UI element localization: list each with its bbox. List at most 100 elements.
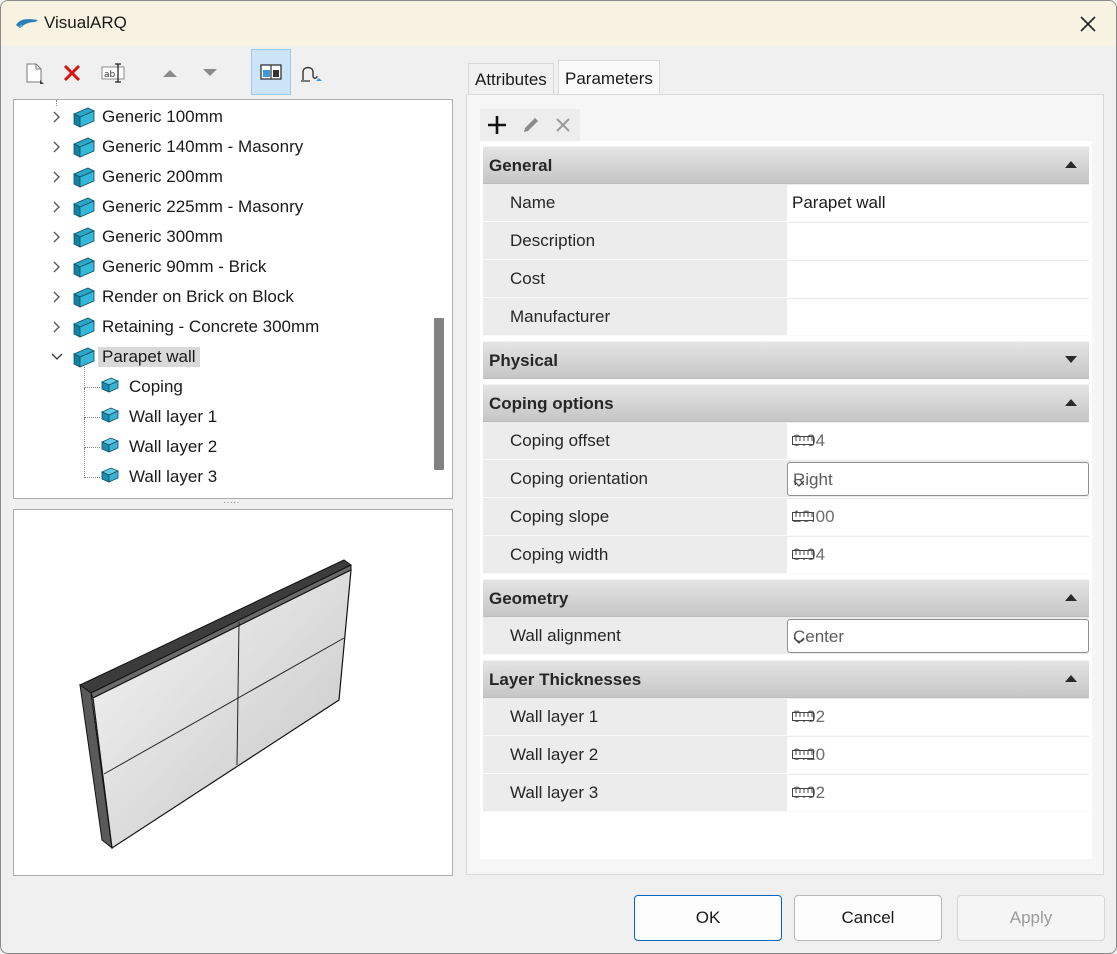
split-view-icon	[260, 64, 282, 80]
property-value-field[interactable]: 0.04	[787, 423, 1089, 459]
wall-3d-preview	[79, 559, 352, 850]
tree-item[interactable]: Parapet wall	[14, 342, 424, 372]
tree-item[interactable]: Generic 90mm - Brick	[14, 252, 424, 282]
property-name: Wall layer 3	[510, 783, 599, 802]
property-value-field[interactable]: 0.20	[787, 737, 1089, 773]
wall-preview[interactable]	[13, 509, 453, 876]
wall-style-icon	[72, 316, 96, 338]
property-value-field[interactable]: 0.04	[787, 537, 1089, 573]
section-coping[interactable]: Coping options	[483, 384, 1089, 422]
tree-subitem[interactable]: Wall layer 1	[14, 388, 424, 432]
tree-subitem[interactable]: Wall layer 2	[14, 418, 424, 462]
property-name: Coping slope	[510, 507, 610, 526]
wall-style-icon	[72, 166, 96, 188]
collapse-icon[interactable]	[1065, 161, 1077, 168]
style-tree[interactable]: Generic 100mm Generic 140mm - Masonry Gene…	[13, 99, 453, 499]
property-name: Name	[510, 193, 556, 212]
tree-item[interactable]: Generic 100mm	[14, 102, 424, 132]
tree-item[interactable]: Generic 140mm - Masonry	[14, 132, 424, 162]
wall-style-icon	[72, 196, 96, 218]
section-layers[interactable]: Layer Thicknesses	[483, 660, 1089, 698]
split-view-toggle[interactable]	[251, 49, 291, 95]
move-up-icon	[163, 70, 177, 77]
chevron-right-icon[interactable]	[50, 109, 64, 123]
section-title: Geometry	[489, 589, 569, 608]
property-row: Wall layer 2 0.20	[483, 736, 1089, 774]
ruler-icon[interactable]	[792, 545, 1082, 565]
move-down-button[interactable]	[191, 51, 229, 95]
tree-item[interactable]: Generic 300mm	[14, 222, 424, 252]
new-style-button[interactable]	[15, 51, 53, 95]
tab-parameters[interactable]: Parameters	[558, 60, 660, 95]
pencil-icon	[524, 118, 538, 132]
tree-subitem[interactable]: Wall layer 3	[14, 448, 424, 492]
delete-parameter-button[interactable]	[547, 109, 579, 141]
section-geometry[interactable]: Geometry	[483, 579, 1089, 617]
tab-attributes[interactable]: Attributes	[468, 63, 554, 95]
section-general[interactable]: General	[483, 146, 1089, 184]
splitter-handle[interactable]: ·····	[223, 498, 240, 508]
chevron-right-icon[interactable]	[50, 319, 64, 333]
property-row: Description	[483, 222, 1089, 260]
collapse-icon[interactable]	[1065, 594, 1077, 601]
ruler-icon[interactable]	[792, 431, 1082, 451]
rename-icon: ab	[101, 63, 125, 83]
ok-button[interactable]: OK	[634, 895, 782, 941]
delete-style-button[interactable]	[53, 51, 91, 95]
expand-icon[interactable]	[1065, 356, 1077, 363]
move-down-icon	[203, 69, 217, 76]
chevron-down-icon[interactable]	[793, 630, 1080, 650]
chevron-down-icon[interactable]	[793, 473, 1080, 493]
section-physical[interactable]: Physical	[483, 341, 1089, 379]
rename-style-button[interactable]: ab	[95, 51, 133, 95]
edit-parameter-button[interactable]	[515, 109, 547, 141]
profile-button[interactable]	[294, 51, 332, 95]
tree-item-label: Generic 100mm	[102, 107, 223, 126]
apply-button[interactable]: Apply	[957, 895, 1105, 941]
collapse-icon[interactable]	[1065, 675, 1077, 682]
wall-layer-icon	[100, 436, 124, 458]
ruler-icon[interactable]	[792, 507, 1082, 527]
chevron-right-icon[interactable]	[50, 229, 64, 243]
visualarq-dialog: VisualARQ ab Generic 100mm Generic 140mm…	[0, 0, 1117, 954]
property-row: Manufacturer	[483, 298, 1089, 336]
chevron-right-icon[interactable]	[50, 289, 64, 303]
chevron-right-icon[interactable]	[50, 139, 64, 153]
property-value-field[interactable]	[787, 261, 1089, 297]
window-title: VisualARQ	[44, 13, 127, 32]
chevron-right-icon[interactable]	[50, 169, 64, 183]
property-value-field[interactable]: 0.02	[787, 775, 1089, 811]
property-value-field[interactable]: Parapet wall	[787, 185, 1089, 221]
ruler-icon[interactable]	[792, 783, 1082, 803]
property-value-field[interactable]: 0.02	[787, 699, 1089, 735]
property-value-field[interactable]	[787, 223, 1089, 259]
tree-item[interactable]: Generic 200mm	[14, 162, 424, 192]
property-value-field[interactable]: 10.00	[787, 499, 1089, 535]
ruler-icon[interactable]	[792, 707, 1082, 727]
chevron-right-icon[interactable]	[50, 199, 64, 213]
move-up-button[interactable]	[151, 51, 189, 95]
tree-connector	[84, 448, 100, 478]
tree-item-label: Generic 200mm	[102, 167, 223, 186]
property-dropdown[interactable]: Right	[787, 462, 1089, 496]
collapse-icon[interactable]	[1065, 399, 1077, 406]
wall-style-icon	[72, 286, 96, 308]
ruler-icon[interactable]	[792, 745, 1082, 765]
wall-style-icon	[72, 256, 96, 278]
tree-subitem[interactable]: Coping	[14, 358, 424, 402]
visualarq-logo-icon	[15, 13, 39, 38]
tree-scrollbar-thumb[interactable]	[434, 318, 444, 470]
close-button[interactable]	[1060, 1, 1116, 46]
tree-item[interactable]: Retaining - Concrete 300mm	[14, 312, 424, 342]
tree-item[interactable]: Generic 225mm - Masonry	[14, 192, 424, 222]
chevron-right-icon[interactable]	[50, 259, 64, 273]
property-name: Wall layer 1	[510, 707, 599, 726]
tree-item[interactable]: Render on Brick on Block	[14, 282, 424, 312]
property-name: Manufacturer	[510, 307, 611, 326]
cancel-button[interactable]: Cancel	[794, 895, 942, 941]
property-value-field[interactable]	[787, 299, 1089, 335]
property-dropdown[interactable]: Center	[787, 619, 1089, 653]
add-parameter-button[interactable]	[481, 109, 513, 141]
property-name: Coping width	[510, 545, 609, 564]
chevron-down-icon[interactable]	[50, 349, 64, 363]
